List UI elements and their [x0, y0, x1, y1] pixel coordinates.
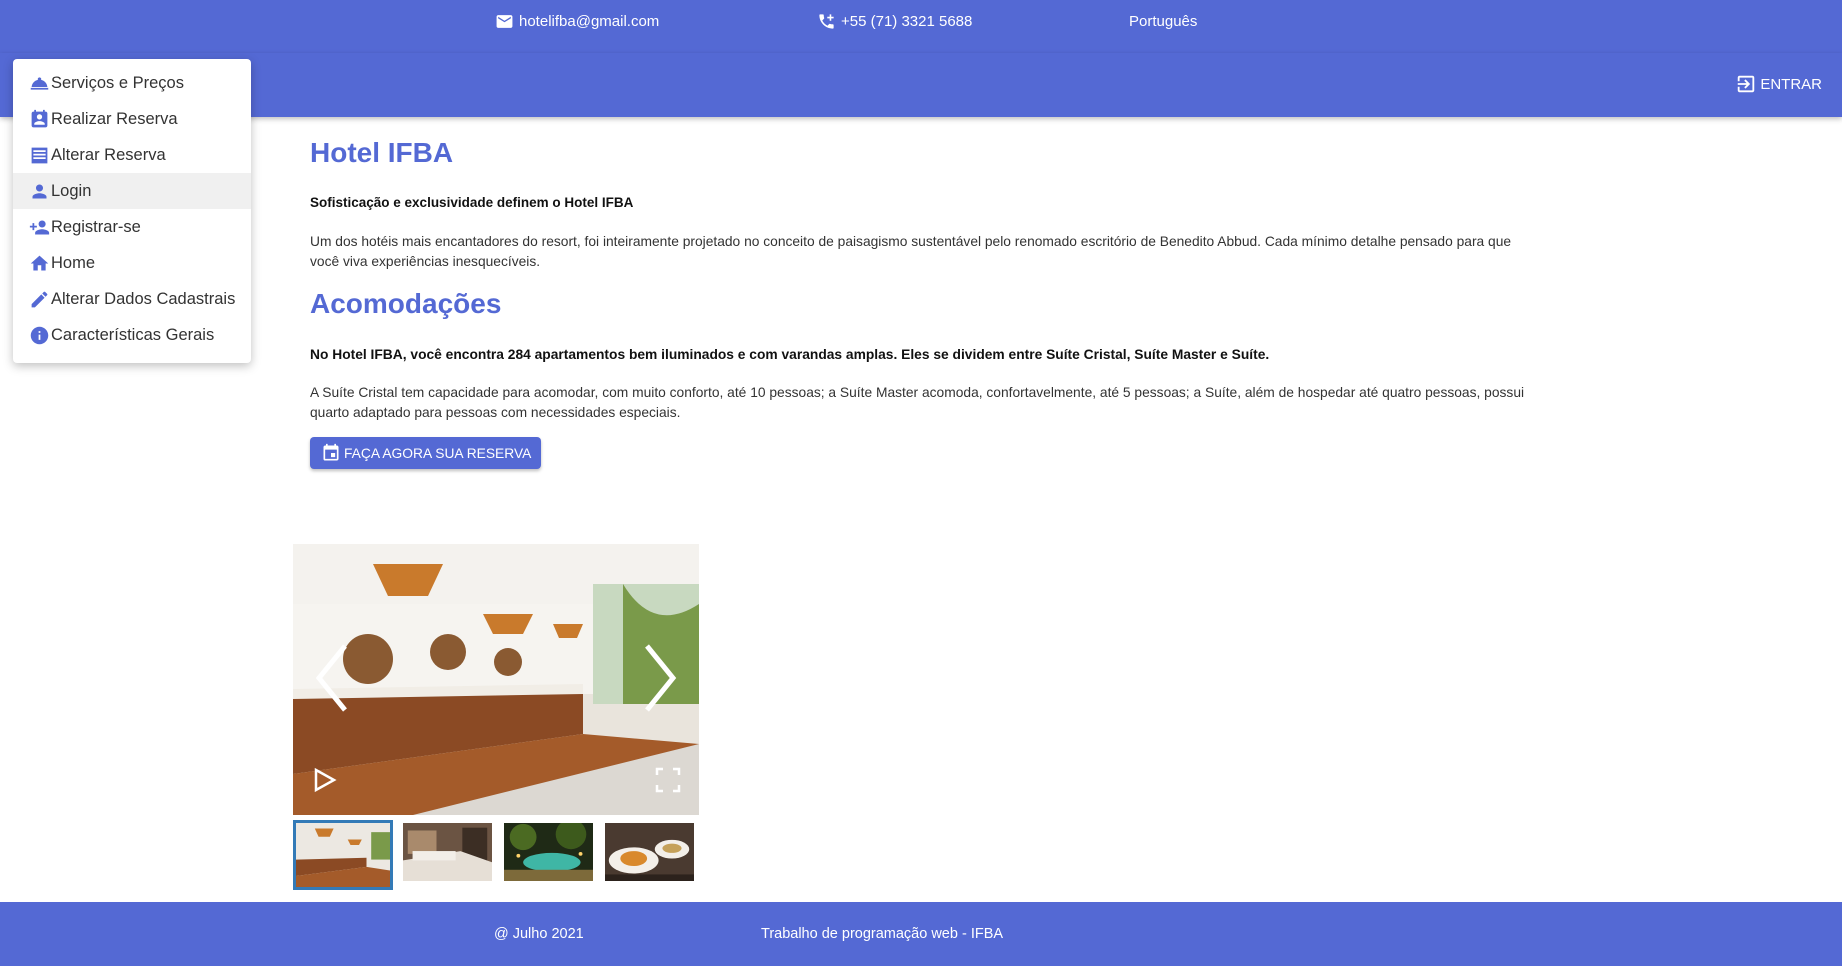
food-photo	[605, 823, 694, 881]
menu-item-login[interactable]: Login	[13, 173, 251, 209]
menu-item-home[interactable]: Home	[13, 245, 251, 281]
mail-icon	[496, 15, 513, 28]
gallery-main-image[interactable]	[293, 544, 699, 815]
previous-slide-button[interactable]	[313, 642, 353, 714]
intro-paragraph: Um dos hotéis mais encantadores do resor…	[310, 234, 1512, 269]
menu-item-registrar[interactable]: Registrar-se	[13, 209, 251, 245]
page-title: Hotel IFBA	[310, 137, 454, 168]
gallery-thumbnails	[293, 820, 699, 890]
next-slide-button[interactable]	[639, 642, 679, 714]
login-label: ENTRAR	[1760, 75, 1822, 93]
home-icon	[30, 255, 49, 270]
contact-calendar-icon	[31, 109, 48, 127]
contact-phone[interactable]: +55 (71) 3321 5688	[817, 12, 972, 31]
menu-item-label: Home	[51, 253, 96, 272]
thumbnail-lobby[interactable]	[293, 820, 393, 890]
menu-item-alterar-reserva[interactable]: Alterar Reserva	[13, 137, 251, 173]
bedroom-photo	[403, 823, 492, 881]
login-button[interactable]: ENTRAR	[1735, 73, 1822, 95]
phone-text: +55 (71) 3321 5688	[841, 13, 973, 30]
menu-item-servicos[interactable]: Serviços e Preços	[13, 65, 251, 101]
menu-item-caracteristicas[interactable]: Características Gerais	[13, 317, 251, 353]
contact-bar: hotelifba@gmail.com +55 (71) 3321 5688 P…	[0, 0, 1842, 53]
intro-lead: Sofisticação e exclusividade definem o H…	[310, 195, 634, 210]
reserve-button-label: FAÇA AGORA SUA RESERVA	[344, 445, 532, 461]
menu-item-realizar-reserva[interactable]: Realizar Reserva	[13, 101, 251, 137]
fullscreen-button[interactable]	[655, 767, 681, 793]
footer-date: @ Julho 2021	[494, 926, 584, 942]
section-title: Acomodações	[310, 288, 502, 319]
contact-email[interactable]: hotelifba@gmail.com	[495, 12, 659, 31]
footer-credit: Trabalho de programação web - IFBA	[761, 926, 1004, 942]
info-icon	[30, 326, 49, 344]
person-add-icon	[29, 220, 50, 234]
event-icon	[323, 443, 339, 461]
menu-item-alterar-dados[interactable]: Alterar Dados Cadastrais	[13, 281, 251, 317]
section-lead: No Hotel IFBA, você encontra 284 apartam…	[310, 347, 1270, 362]
thumbnail-pool[interactable]	[502, 821, 595, 883]
phone-add-icon	[819, 14, 834, 29]
fullscreen-icon	[655, 767, 681, 793]
lobby-photo	[296, 823, 390, 887]
login-icon	[1738, 75, 1755, 93]
play-button[interactable]	[311, 767, 337, 793]
list-alt-icon	[31, 147, 48, 163]
language-label: Português	[1129, 13, 1198, 30]
menu-item-label: Alterar Dados Cadastrais	[51, 289, 236, 308]
footer: @ Julho 2021 Trabalho de programação web…	[0, 902, 1842, 966]
menu-item-label: Alterar Reserva	[51, 145, 166, 164]
menu-item-label: Login	[51, 181, 92, 200]
chevron-left-icon	[315, 644, 347, 712]
edit-icon	[31, 291, 48, 307]
room-service-icon	[30, 76, 49, 90]
play-icon	[314, 767, 337, 793]
main-content: Hotel IFBA Sofisticação e exclusividade …	[310, 137, 1542, 469]
section-paragraph: A Suíte Cristal tem capacidade para acom…	[310, 385, 1525, 420]
menu-item-label: Serviços e Preços	[51, 73, 184, 92]
menu-item-label: Características Gerais	[51, 325, 215, 344]
thumbnail-food[interactable]	[603, 821, 696, 883]
language-selector[interactable]: Português	[1129, 13, 1197, 30]
navigation-menu: Serviços e Preços Realizar Reserva Alter…	[13, 59, 251, 363]
reserve-button[interactable]: FAÇA AGORA SUA RESERVA	[310, 437, 542, 469]
app-bar: ENTRAR	[0, 53, 1842, 117]
image-gallery	[293, 544, 699, 890]
menu-item-label: Registrar-se	[51, 217, 141, 236]
pool-night-photo	[504, 823, 593, 881]
person-icon	[32, 184, 47, 198]
chevron-right-icon	[645, 644, 677, 712]
email-text: hotelifba@gmail.com	[519, 13, 660, 30]
thumbnail-bedroom[interactable]	[401, 821, 494, 883]
menu-item-label: Realizar Reserva	[51, 109, 178, 128]
